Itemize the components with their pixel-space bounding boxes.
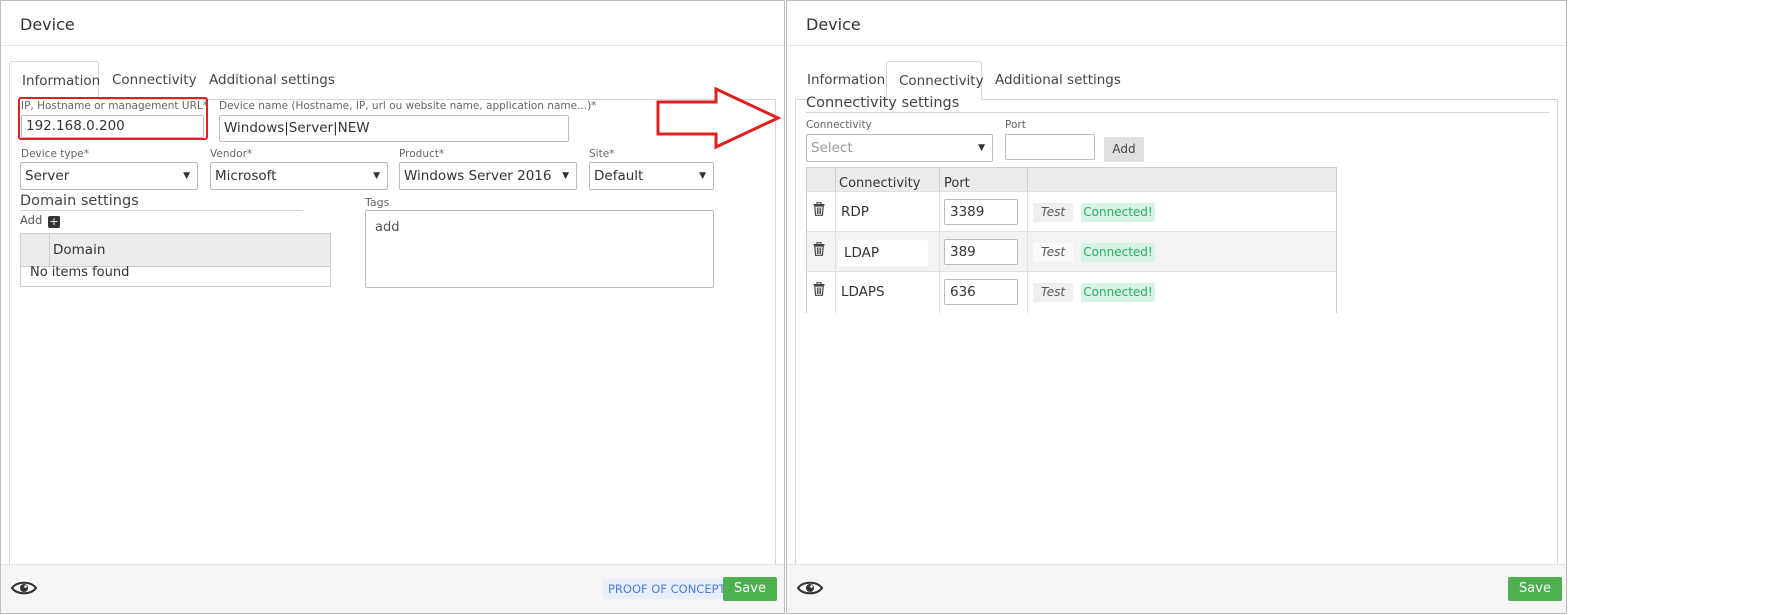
tab-additional-settings[interactable]: Additional settings <box>983 61 1133 99</box>
divider <box>806 112 1549 113</box>
product-value: Windows Server 2016 <box>404 168 552 184</box>
vendor-select[interactable]: Microsoft ▼ <box>210 162 388 190</box>
port-field[interactable]: 3389 <box>944 199 1018 225</box>
tags-placeholder: add <box>375 220 400 235</box>
tab-information[interactable]: Information <box>795 61 897 99</box>
device-type-label: Device type* <box>21 148 89 160</box>
connectivity-settings-title: Connectivity settings <box>806 95 960 111</box>
save-button[interactable]: Save <box>723 577 777 601</box>
trash-icon[interactable] <box>813 202 825 216</box>
col-divider <box>1027 232 1028 272</box>
trash-icon[interactable] <box>813 282 825 296</box>
test-button[interactable]: Test <box>1033 243 1073 262</box>
trash-icon[interactable] <box>813 242 825 256</box>
connectivity-table: Connectivity Port RDP 3389 Test Connecte… <box>806 167 1337 313</box>
col-divider <box>939 272 940 313</box>
port-field[interactable]: 389 <box>944 239 1018 265</box>
test-button[interactable]: Test <box>1033 283 1073 302</box>
col-divider <box>835 192 836 232</box>
col-divider <box>939 232 940 272</box>
port-header: Port <box>944 176 970 191</box>
ip-input[interactable]: 192.168.0.200 <box>21 115 204 138</box>
proof-of-concept-badge: PROOF OF CONCEPT <box>603 579 731 599</box>
tab-additional-settings[interactable]: Additional settings <box>197 61 347 99</box>
product-label: Product* <box>399 148 445 160</box>
add-label: Add <box>20 213 43 227</box>
status-badge: Connected! <box>1081 283 1155 302</box>
col-divider <box>1027 192 1028 232</box>
table-header: Connectivity Port <box>807 168 1336 191</box>
device-type-select[interactable]: Server ▼ <box>20 162 198 190</box>
dialog-title: Device <box>787 1 1566 46</box>
site-select[interactable]: Default ▼ <box>589 162 714 190</box>
connectivity-select[interactable]: Select ▼ <box>806 134 993 162</box>
table-row: RDP 3389 Test Connected! <box>807 191 1336 232</box>
chevron-down-icon: ▼ <box>699 171 706 181</box>
divider <box>20 210 303 211</box>
col-divider <box>835 272 836 313</box>
col-divider <box>1027 272 1028 313</box>
test-button[interactable]: Test <box>1033 203 1073 222</box>
device-dialog-right: Device Information Connectivity Addition… <box>786 0 1567 614</box>
connectivity-label: Connectivity <box>806 119 872 131</box>
port-input[interactable] <box>1005 134 1095 160</box>
domain-settings-title: Domain settings <box>20 193 139 209</box>
domain-table: Domain No items found <box>20 233 331 287</box>
vendor-value: Microsoft <box>215 168 277 184</box>
product-select[interactable]: Windows Server 2016 ▼ <box>399 162 577 190</box>
eye-icon[interactable] <box>797 580 823 596</box>
port-label: Port <box>1005 119 1026 131</box>
ip-label: IP, Hostname or management URL* <box>21 100 208 112</box>
save-button[interactable]: Save <box>1508 577 1562 601</box>
table-row: LDAPS 636 Test Connected! <box>807 271 1336 313</box>
chevron-down-icon: ▼ <box>562 171 569 181</box>
connectivity-placeholder: Select <box>811 140 853 156</box>
status-badge: Connected! <box>1081 203 1155 222</box>
protocol-field[interactable]: LDAPS <box>841 284 885 300</box>
dialog-footer: Save <box>787 564 1566 613</box>
arrow-right-icon <box>656 86 782 150</box>
tags-input[interactable]: add <box>365 210 714 288</box>
header-check-col <box>21 234 50 266</box>
dialog-title: Device <box>1 1 784 46</box>
vendor-label: Vendor* <box>210 148 253 160</box>
eye-icon[interactable] <box>11 580 37 596</box>
protocol-field[interactable]: LDAP <box>838 240 928 266</box>
tags-label: Tags <box>365 196 390 209</box>
col-divider <box>835 232 836 272</box>
status-badge: Connected! <box>1081 243 1155 262</box>
header-divider <box>1027 168 1028 191</box>
tab-information[interactable]: Information <box>9 61 100 100</box>
chevron-down-icon: ▼ <box>373 171 380 181</box>
add-button[interactable]: Add <box>1104 137 1144 162</box>
device-name-label: Device name (Hostname, IP, url ou websit… <box>219 100 597 112</box>
dialog-footer: PROOF OF CONCEPT Save <box>1 564 784 613</box>
connectivity-header: Connectivity <box>839 176 921 191</box>
protocol-field[interactable]: RDP <box>841 204 869 220</box>
table-header: Domain <box>21 234 330 267</box>
header-divider <box>939 168 940 191</box>
no-items-text: No items found <box>30 265 130 280</box>
device-type-value: Server <box>25 168 70 184</box>
col-divider <box>939 192 940 232</box>
chevron-down-icon: ▼ <box>183 171 190 181</box>
add-domain-button[interactable]: Add + <box>20 213 60 228</box>
port-field[interactable]: 636 <box>944 279 1018 305</box>
site-label: Site* <box>589 148 615 160</box>
domain-header: Domain <box>53 242 106 258</box>
site-value: Default <box>594 168 644 184</box>
tab-connectivity[interactable]: Connectivity <box>100 61 209 99</box>
chevron-down-icon: ▼ <box>978 143 985 153</box>
plus-icon: + <box>47 215 60 228</box>
table-row: LDAP 389 Test Connected! <box>807 231 1336 272</box>
header-action-col <box>807 168 836 191</box>
device-name-input[interactable]: Windows|Server|NEW <box>219 115 569 142</box>
